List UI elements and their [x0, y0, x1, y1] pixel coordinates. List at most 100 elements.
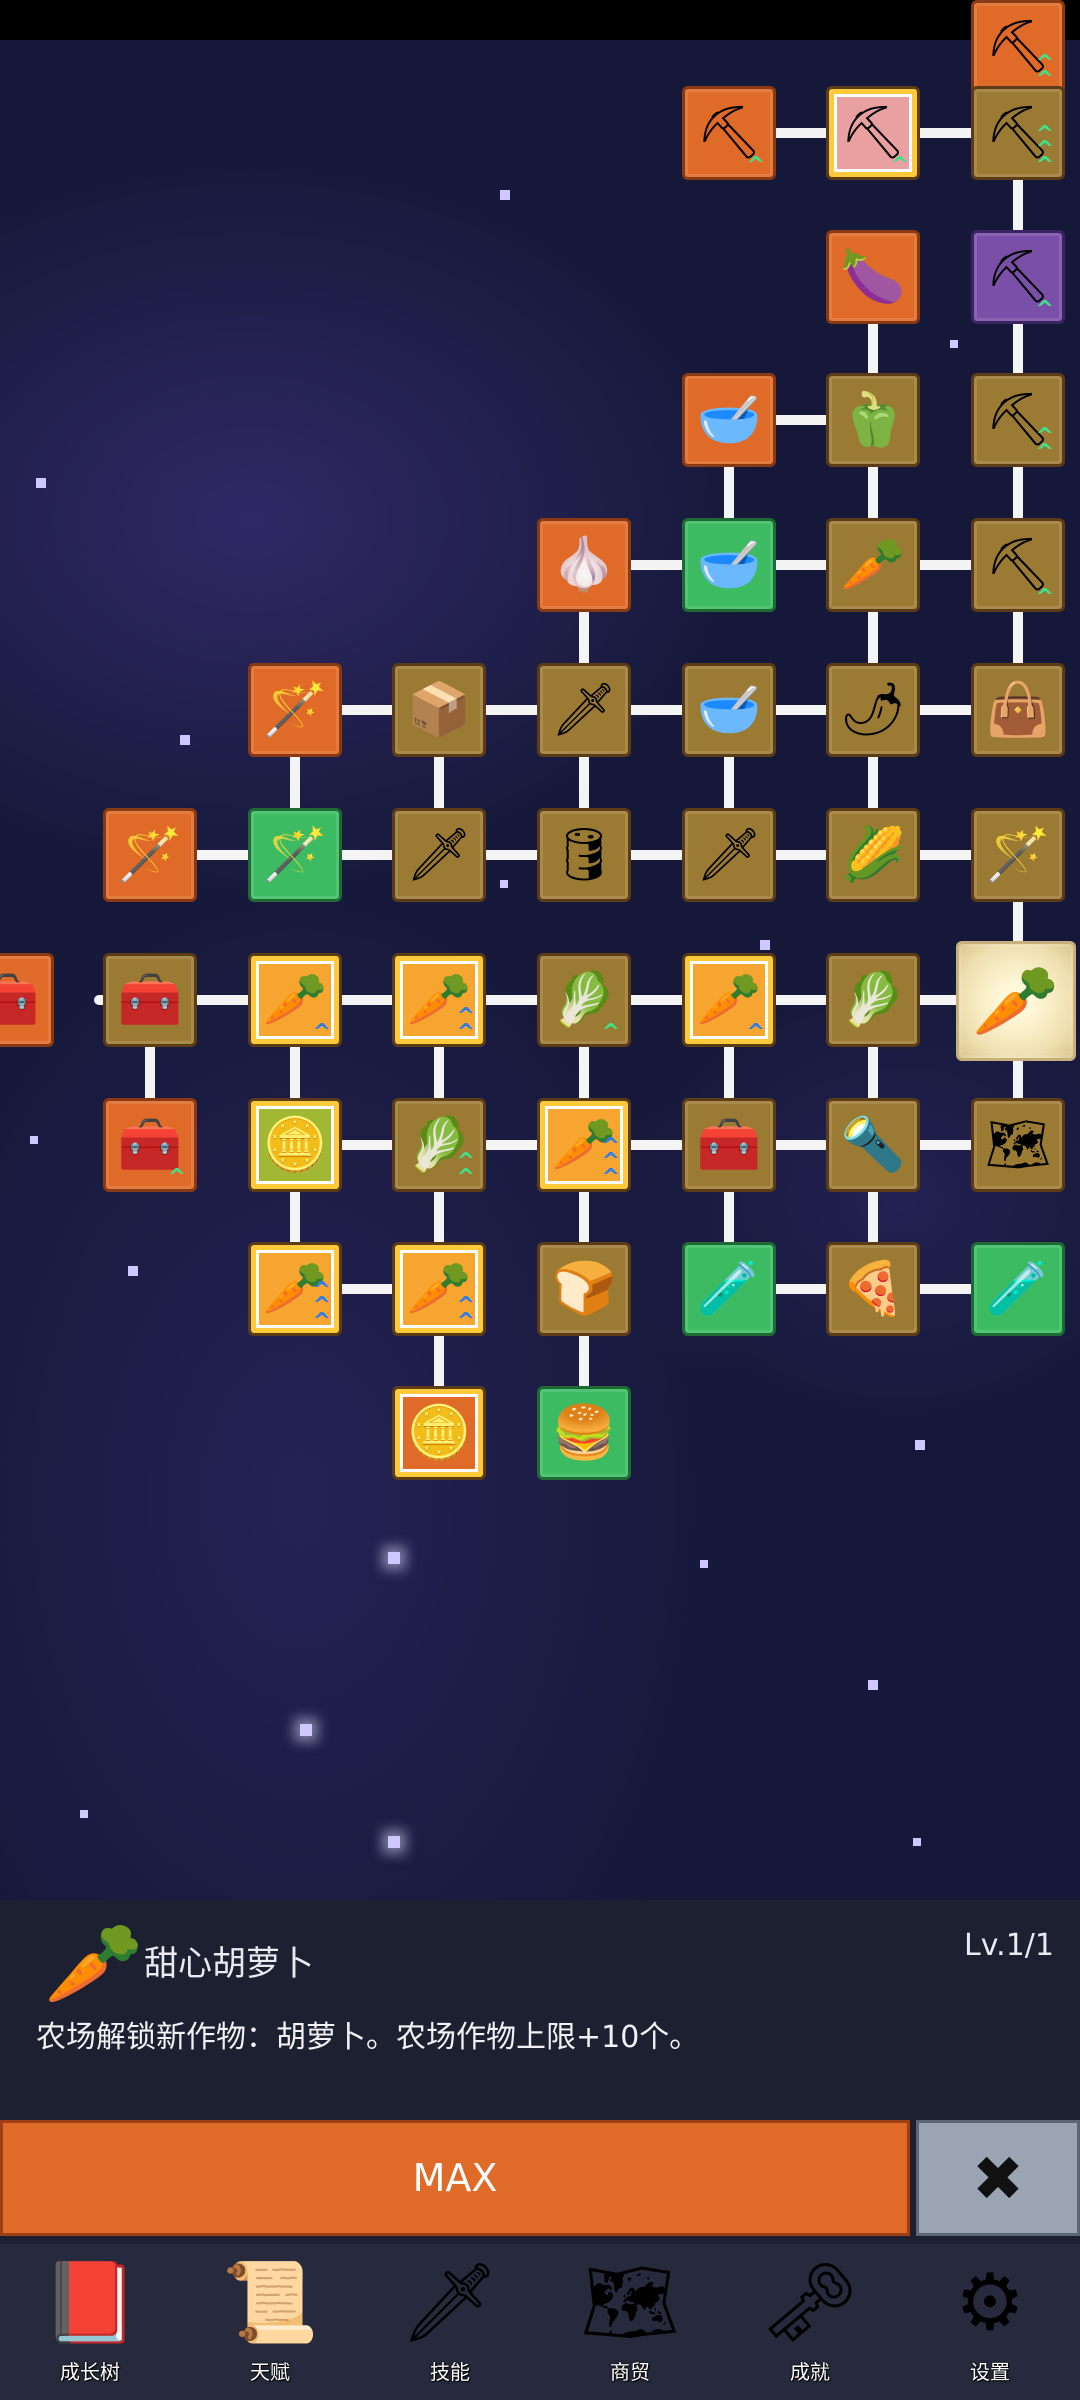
tree-link [478, 995, 545, 1005]
tree-link [334, 995, 400, 1005]
chest-icon: 🧰 [117, 970, 183, 1030]
tree-link [434, 1184, 444, 1250]
skill-node-chest[interactable]: 🧰 [103, 953, 197, 1047]
tree-link [478, 705, 545, 715]
nav-item-4[interactable]: 🗝 成就 [720, 2244, 900, 2400]
skill-node-shovel[interactable]: ⛏ ^ ^ [971, 373, 1065, 467]
tree-link [868, 749, 878, 816]
tree-link [912, 1284, 979, 1294]
skill-node-garlic[interactable]: 🧄 [537, 518, 631, 612]
coin-icon: 🪙 [406, 1403, 472, 1463]
nav-label: 设置 [970, 2360, 1010, 2384]
skill-node-corn[interactable]: 🌽 [826, 808, 920, 902]
skill-node-staff[interactable]: 🪄 [103, 808, 197, 902]
skill-node-barrel[interactable]: 🛢 [537, 808, 631, 902]
skill-node-shovel[interactable]: ⛏ ^ ^ [971, 0, 1065, 94]
star [36, 478, 46, 488]
skill-node-radish[interactable]: 🥕 [826, 518, 920, 612]
skill-node-torch[interactable]: 🔦 [826, 1098, 920, 1192]
star [700, 1560, 708, 1568]
carrot-icon: 🥕 [44, 1917, 144, 2010]
star [500, 190, 510, 200]
skill-node-carrot[interactable]: 🥕 ^ [682, 953, 776, 1047]
skill-node-carrot[interactable]: 🥕 ^ ^ ^ [248, 1242, 342, 1336]
skill-node-shovel[interactable]: ⛏ ^ [971, 518, 1065, 612]
tree-link [434, 749, 444, 816]
tree-link [623, 560, 690, 570]
skill-node-carrot[interactable]: 🥕 ^ [248, 953, 342, 1047]
status-bar [0, 0, 1080, 40]
tree-link [623, 705, 690, 715]
star [128, 1266, 138, 1276]
skill-node-shovel[interactable]: ⛏ ^ [971, 230, 1065, 324]
skill-node-bread[interactable]: 🍞 [537, 1242, 631, 1336]
skill-node-coin[interactable]: 🪙 [392, 1386, 486, 1480]
tree-link [868, 1184, 878, 1250]
skill-node-sword[interactable]: 🗡 [392, 808, 486, 902]
key-icon: 🗝 [760, 2258, 860, 2348]
skill-node-map[interactable]: 🗺 [971, 1098, 1065, 1192]
star [388, 1836, 400, 1848]
skill-node-coin[interactable]: 🪙 [248, 1098, 342, 1192]
skill-node-shovel[interactable]: ⛏ ^ ^ ^ [971, 86, 1065, 180]
nav-item-2[interactable]: 🗡 技能 [360, 2244, 540, 2400]
skill-node-pizza[interactable]: 🍕 [826, 1242, 920, 1336]
upgrade-chevron-icon: ^ ^ [1035, 51, 1054, 92]
skill-node-carrot[interactable]: 🥕 ^ ^ [392, 1242, 486, 1336]
nav-item-0[interactable]: 📕 成长树 [0, 2244, 180, 2400]
skill-node-potion[interactable]: 🧪 [682, 1242, 776, 1336]
skill-node-bowl[interactable]: 🥣 [682, 373, 776, 467]
skill-node-sword[interactable]: 🗡 [682, 808, 776, 902]
skill-node-carrot[interactable]: 🥕 ^ ^ [392, 953, 486, 1047]
skill-node-bag[interactable]: 👜 [971, 663, 1065, 757]
tree-link [334, 1284, 400, 1294]
skill-node-chest[interactable]: 🧰 [0, 953, 54, 1047]
upgrade-chevron-icon: ^ [1035, 296, 1054, 322]
skill-node-cabbage[interactable]: 🥬 ^ [537, 953, 631, 1047]
skill-node-bowl[interactable]: 🥣 [682, 663, 776, 757]
skill-node-crate[interactable]: 📦 [392, 663, 486, 757]
tree-link [724, 1184, 734, 1250]
skill-node-pepper[interactable]: 🫑 [826, 373, 920, 467]
skill-node-chest[interactable]: 🧰 ^ [103, 1098, 197, 1192]
tree-link [768, 995, 834, 1005]
tree-link [912, 1140, 979, 1150]
tree-link [334, 705, 400, 715]
nav-item-5[interactable]: ⚙ 设置 [900, 2244, 1080, 2400]
skill-node-shovel[interactable]: ⛏ ^ [826, 86, 920, 180]
skill-node-bowl[interactable]: 🥣 [682, 518, 776, 612]
tree-link [1013, 459, 1023, 526]
skill-node-sweet-carrot[interactable]: 🥕 [956, 941, 1076, 1061]
tree-link [623, 995, 690, 1005]
nav-item-1[interactable]: 📜 天赋 [180, 2244, 360, 2400]
potion-icon: 🧪 [985, 1259, 1051, 1319]
skill-node-chest[interactable]: 🧰 [682, 1098, 776, 1192]
close-icon: ✖ [972, 2141, 1024, 2215]
upgrade-chevron-icon: ^ [601, 1019, 620, 1045]
skill-node-cabbage[interactable]: 🥬 [826, 953, 920, 1047]
skill-node-wand[interactable]: 🪄 [971, 808, 1065, 902]
tree-link [290, 1184, 300, 1250]
tree-link [1013, 316, 1023, 381]
skill-node-cabbage[interactable]: 🥬 ^ ^ [392, 1098, 486, 1192]
tree-link [579, 749, 589, 816]
skill-node-eggplant[interactable]: 🍆 [826, 230, 920, 324]
skill-node-shovel[interactable]: ⛏ ^ [682, 86, 776, 180]
tree-link [145, 1039, 155, 1106]
green-staff-icon: 🪄 [262, 825, 328, 885]
nav-label: 商贸 [610, 2360, 650, 2384]
skill-node-carrot[interactable]: 🥕 ^ ^ ^ [537, 1098, 631, 1192]
nav-item-3[interactable]: 🗺 商贸 [540, 2244, 720, 2400]
skill-node-staff[interactable]: 🪄 [248, 663, 342, 757]
shovel-icon: ⛏ [984, 247, 1051, 307]
skill-title: 甜心胡萝卜 [144, 1944, 314, 1984]
close-button[interactable]: ✖ [916, 2120, 1080, 2236]
skill-node-burger[interactable]: 🍔 [537, 1386, 631, 1480]
tree-link [478, 850, 545, 860]
max-button[interactable]: MAX [0, 2120, 910, 2236]
skill-node-potion[interactable]: 🧪 [971, 1242, 1065, 1336]
skill-node-chili[interactable]: 🌶 [826, 663, 920, 757]
nav-label: 天赋 [250, 2360, 290, 2384]
skill-node-sword[interactable]: 🗡 [537, 663, 631, 757]
skill-node-staff[interactable]: 🪄 [248, 808, 342, 902]
